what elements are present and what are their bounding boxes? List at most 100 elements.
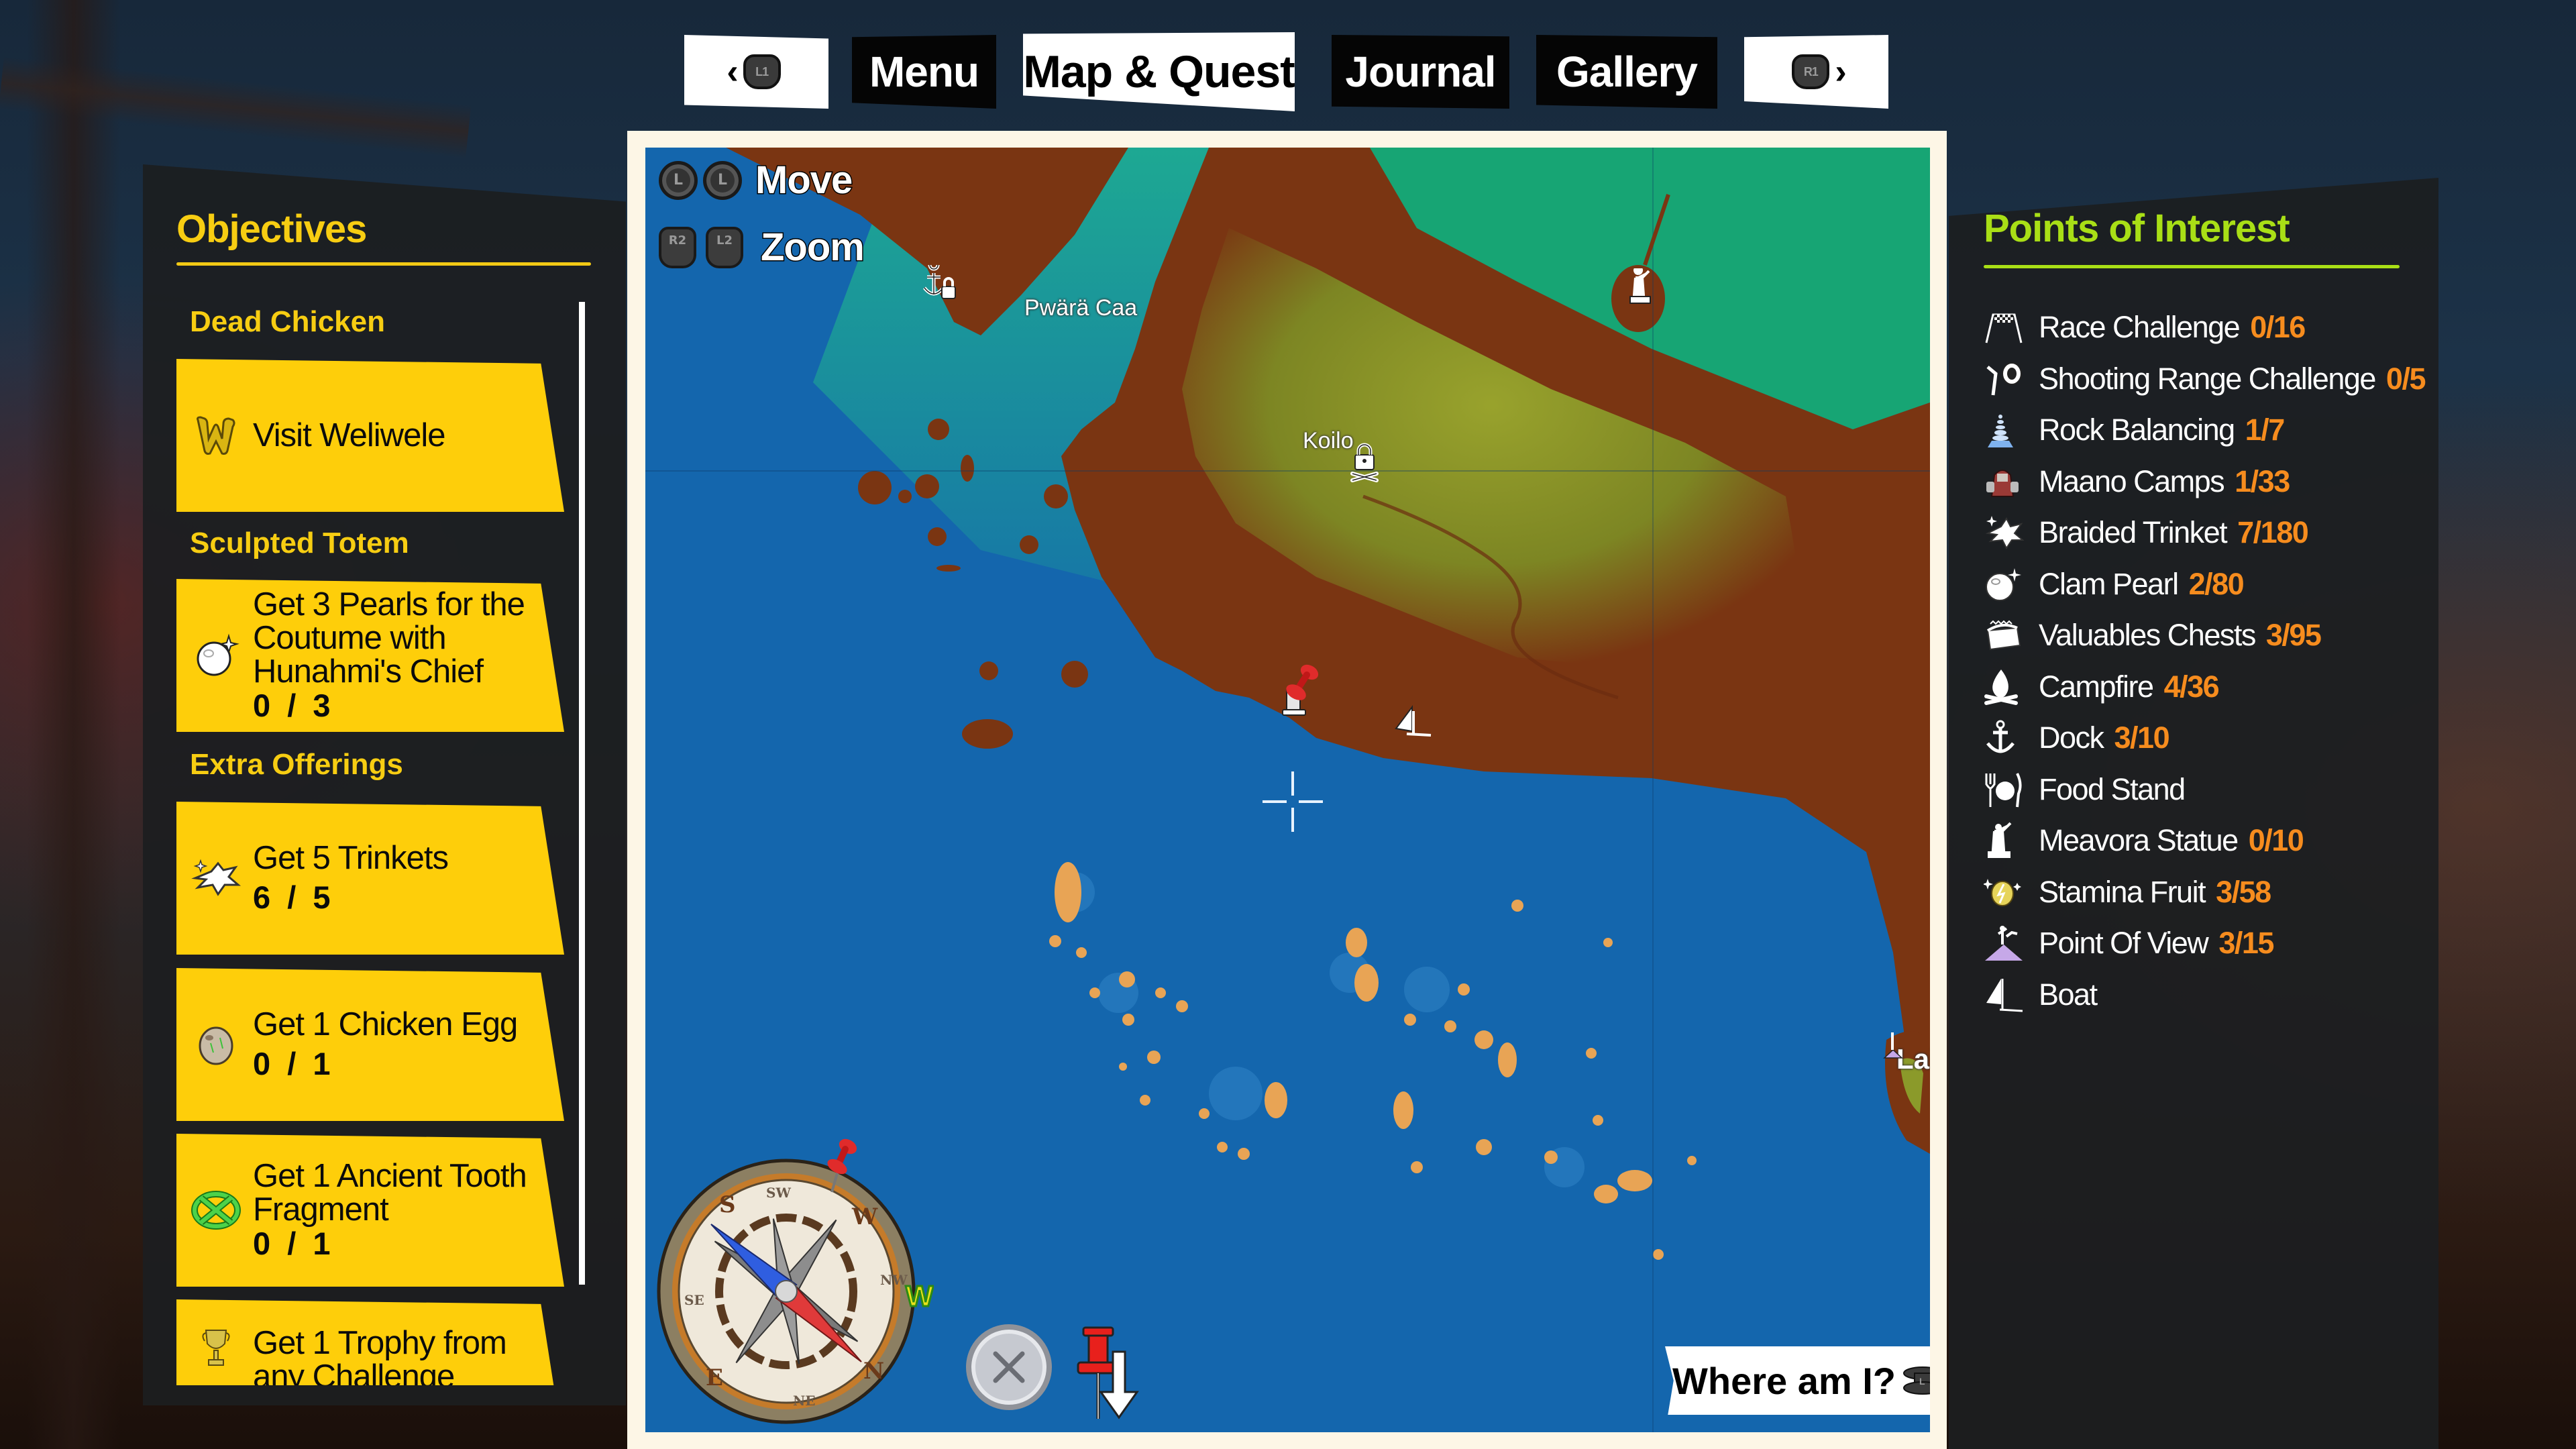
poi-label: Boat xyxy=(2039,977,2098,1012)
place-label-koilo: Koilo xyxy=(1303,428,1354,453)
poi-item[interactable]: Rock Balancing 1/7 xyxy=(1984,405,2425,456)
prev-tab-button[interactable]: ‹ L1 xyxy=(684,35,828,109)
compass-letter: SW xyxy=(766,1185,791,1201)
locked-dock-marker[interactable] xyxy=(920,259,961,308)
meavora-statue-marker[interactable] xyxy=(1625,266,1656,311)
rock-stack-icon xyxy=(1984,410,2031,450)
anchor-icon xyxy=(1984,718,2031,758)
poi-item[interactable]: Meavora Statue 0/10 xyxy=(1984,815,2425,867)
objective-text: Get 1 Trophy from any Challenge xyxy=(253,1325,507,1385)
objectives-list[interactable]: Dead Chicken Visit Weliwele Sculpted Tot… xyxy=(143,285,626,1385)
points-of-interest-panel: Points of Interest Race Challenge 0/16 S… xyxy=(1949,178,2438,1449)
objective-card[interactable]: Visit Weliwele xyxy=(176,359,564,512)
objective-group-label: Extra Offerings xyxy=(190,748,403,781)
poi-label: Braided Trinket xyxy=(2039,515,2228,550)
objective-progress: 0 / 1 xyxy=(253,1046,335,1081)
compass-letter: W xyxy=(851,1203,878,1230)
objectives-panel: Objectives Dead Chicken Visit Weliwele S… xyxy=(143,164,626,1405)
compass-icon[interactable]: S SW W NW N NE E SE W xyxy=(652,1130,935,1428)
objective-progress: 6 / 5 xyxy=(253,879,335,915)
poi-count: 3/15 xyxy=(2218,926,2274,961)
where-am-i-label: Where am I? xyxy=(1672,1359,1896,1402)
chevron-left-icon: ‹ xyxy=(727,52,738,91)
r2-trigger-icon: R2 xyxy=(659,226,696,268)
points-of-interest-list: Race Challenge 0/16 Shooting Range Chall… xyxy=(1984,302,2426,1021)
race-flag-icon xyxy=(1984,307,2031,347)
statue-icon xyxy=(1984,820,2031,861)
poi-label: Valuables Chests xyxy=(2039,618,2256,653)
r1-button-icon: R1 xyxy=(1792,54,1830,89)
poi-label: Shooting Range Challenge xyxy=(2039,361,2376,396)
objective-text: Get 5 Trinkets xyxy=(253,840,449,876)
poi-item[interactable]: Dock 3/10 xyxy=(1984,712,2425,764)
pin-drop-icon xyxy=(1077,1326,1139,1419)
poi-item[interactable]: Shooting Range Challenge 0/5 xyxy=(1984,354,2426,405)
weliwele-compass-marker: W xyxy=(906,1280,934,1313)
objective-card[interactable]: Get 3 Pearls for the Coutume with Hunahm… xyxy=(176,579,564,732)
objectives-scrollbar[interactable] xyxy=(579,302,585,1285)
l2-trigger-icon: L2 xyxy=(706,226,743,268)
poi-label: Clam Pearl xyxy=(2039,566,2179,601)
locked-maano-camp-marker[interactable] xyxy=(1350,443,1381,486)
poi-item[interactable]: Food Stand xyxy=(1984,764,2425,816)
boat-marker[interactable] xyxy=(1393,704,1434,747)
poi-item[interactable]: Valuables Chests 3/95 xyxy=(1984,610,2425,661)
poi-count: 1/33 xyxy=(2235,464,2290,498)
next-tab-button[interactable]: R1 › xyxy=(1744,35,1888,109)
points-of-interest-title: Points of Interest xyxy=(1984,207,2290,250)
weliwele-w-icon xyxy=(186,412,246,459)
poi-count: 2/80 xyxy=(2188,566,2245,601)
poi-count: 4/36 xyxy=(2163,669,2220,704)
objective-card[interactable]: Get 1 Chicken Egg 0 / 1 xyxy=(176,968,564,1121)
zoom-hint-label: Zoom xyxy=(760,225,866,270)
tab-journal[interactable]: Journal xyxy=(1332,35,1509,109)
poi-count: 3/95 xyxy=(2265,618,2322,653)
poi-count: 3/10 xyxy=(2114,720,2170,755)
stamina-fruit-icon xyxy=(1984,872,2031,912)
map-frame: L L Move R2 L2 Zoom Pwärä Caa Koilo Lai xyxy=(627,131,1947,1449)
close-button[interactable] xyxy=(966,1324,1052,1410)
poi-item[interactable]: Stamina Fruit 3/58 xyxy=(1984,867,2425,918)
poi-label: Stamina Fruit xyxy=(2039,874,2206,909)
objective-card[interactable]: Get 5 Trinkets 6 / 5 xyxy=(176,802,564,955)
where-am-i-button[interactable]: Where am I? L xyxy=(1665,1346,1930,1415)
poi-label: Maano Camps xyxy=(2039,464,2225,498)
objective-card[interactable]: Get 1 Trophy from any Challenge xyxy=(176,1299,564,1385)
objective-card[interactable]: Get 1 Ancient Tooth Fragment 0 / 1 xyxy=(176,1134,564,1287)
point-of-view-marker[interactable] xyxy=(1883,1030,1903,1062)
poi-item[interactable]: Point Of View 3/15 xyxy=(1984,918,2425,969)
compass-letter: NW xyxy=(880,1272,908,1288)
poi-item[interactable]: Maano Camps 1/33 xyxy=(1984,456,2425,508)
drop-pin-button[interactable] xyxy=(1071,1325,1145,1428)
objective-group-label: Dead Chicken xyxy=(190,305,385,338)
compass-letter: NE xyxy=(793,1393,816,1409)
objective-text: Get 3 Pearls for the Coutume with Hunahm… xyxy=(253,586,525,690)
poi-count: 0/10 xyxy=(2248,823,2304,858)
player-pin-marker[interactable] xyxy=(1277,663,1324,719)
tab-gallery[interactable]: Gallery xyxy=(1536,35,1717,109)
move-hint-label: Move xyxy=(754,158,853,203)
close-icon xyxy=(993,1351,1025,1383)
trophy-icon xyxy=(186,1326,246,1373)
poi-item[interactable]: Clam Pearl 2/80 xyxy=(1984,559,2425,610)
world-map[interactable]: L L Move R2 L2 Zoom Pwärä Caa Koilo Lai xyxy=(645,148,1930,1432)
move-hint: L L Move xyxy=(659,158,854,203)
svg-text:L: L xyxy=(1919,1376,1925,1387)
tab-menu[interactable]: Menu xyxy=(852,35,996,109)
objective-text: Get 1 Ancient Tooth Fragment xyxy=(253,1158,527,1228)
campfire-icon xyxy=(1984,667,2031,707)
left-stick-horizontal-icon: L xyxy=(703,160,742,200)
map-cursor-crosshair xyxy=(1263,771,1323,835)
objective-progress: 0 / 3 xyxy=(253,688,335,723)
poi-label: Dock xyxy=(2039,720,2104,755)
poi-item[interactable]: Race Challenge 0/16 xyxy=(1984,302,2425,354)
chevron-right-icon: › xyxy=(1835,52,1846,91)
tab-map-and-quest[interactable]: Map & Quest xyxy=(1023,32,1295,111)
left-stick-press-icon: L xyxy=(1902,1366,1930,1395)
food-stand-icon xyxy=(1984,769,2031,810)
l1-button-icon: L1 xyxy=(743,54,781,89)
poi-item[interactable]: Boat xyxy=(1984,969,2425,1021)
zoom-hint: R2 L2 Zoom xyxy=(659,225,866,270)
poi-item[interactable]: Campfire 4/36 xyxy=(1984,661,2425,713)
poi-item[interactable]: Braided Trinket 7/180 xyxy=(1984,507,2425,559)
